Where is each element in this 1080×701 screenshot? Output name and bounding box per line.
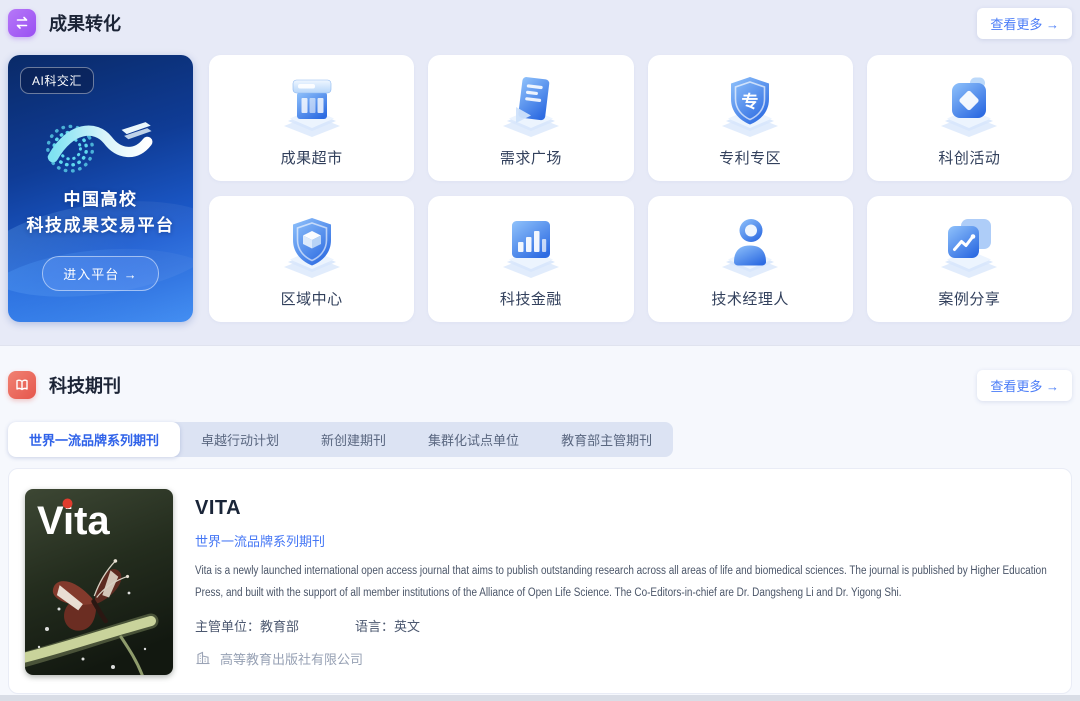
journal-meta: 主管单位：教育部 语言：英文	[195, 616, 1055, 635]
transform-section-body: AI科交汇 中国高校 科技成果交易平台	[8, 55, 1072, 322]
publisher-name: 高等教育出版社有限公司	[220, 649, 363, 668]
feature-card[interactable]: 科技金融	[428, 196, 633, 322]
feature-card[interactable]: 成果超市	[209, 55, 414, 181]
swap-arrows-icon	[8, 9, 36, 37]
journal-publisher: 高等教育出版社有限公司	[195, 649, 1055, 668]
journal-tab[interactable]: 集群化试点单位	[407, 422, 540, 457]
cube-box-icon	[928, 69, 1010, 141]
person-icon	[709, 210, 791, 282]
feature-label: 成果超市	[281, 147, 343, 168]
cover-logo-red-dot	[63, 499, 73, 509]
feature-label: 区域中心	[281, 288, 343, 309]
feature-card[interactable]: 技术经理人	[648, 196, 853, 322]
journal-supervisor: 主管单位：教育部	[195, 616, 299, 635]
open-book-icon	[8, 371, 36, 399]
building-icon	[195, 650, 211, 666]
promo-card-platform[interactable]: AI科交汇 中国高校 科技成果交易平台	[8, 55, 193, 322]
journal-tab[interactable]: 世界一流品牌系列期刊	[8, 422, 180, 457]
feature-label: 科创活动	[938, 147, 1000, 168]
journal-tab[interactable]: 新创建期刊	[300, 422, 407, 457]
promo-title: 中国高校 科技成果交易平台	[27, 187, 175, 240]
view-more-journals-button[interactable]: 查看更多 →	[977, 370, 1072, 401]
enter-platform-button[interactable]: 进入平台 →	[42, 256, 159, 291]
bottom-strip	[0, 695, 1080, 701]
feature-label: 技术经理人	[711, 288, 789, 309]
journal-tab[interactable]: 教育部主管期刊	[540, 422, 673, 457]
journal-description: Vita is a newly launched international o…	[195, 560, 1060, 605]
journal-language: 语言：英文	[355, 616, 420, 635]
journal-info: VITA 世界一流品牌系列期刊 Vita is a newly launched…	[195, 489, 1055, 673]
journal-name: VITA	[195, 497, 1055, 520]
feature-card[interactable]: 区域中心	[209, 196, 414, 322]
promo-title-line2: 科技成果交易平台	[27, 213, 175, 239]
bar-chart-icon	[490, 210, 572, 282]
feature-label: 专利专区	[719, 147, 781, 168]
section-title-journals: 科技期刊	[49, 372, 977, 398]
section-achievement-transformation: 成果转化 查看更多 → AI科交汇	[0, 0, 1080, 345]
journal-series-link[interactable]: 世界一流品牌系列期刊	[195, 531, 325, 550]
shield-cube-icon	[271, 210, 353, 282]
feature-label: 案例分享	[938, 288, 1000, 309]
section-title-transform: 成果转化	[49, 10, 977, 36]
transform-section-header: 成果转化 查看更多 →	[8, 6, 1072, 40]
share-chart-icon	[928, 210, 1010, 282]
section-sci-tech-journals: 科技期刊 查看更多 → 世界一流品牌系列期刊卓越行动计划新创建期刊集群化试点单位…	[0, 345, 1080, 695]
patent-shield-icon	[709, 69, 791, 141]
feature-card[interactable]: 专利专区	[648, 55, 853, 181]
document-icon	[490, 69, 572, 141]
journal-cover-image[interactable]: Vita	[25, 489, 173, 675]
promo-title-line1: 中国高校	[27, 187, 175, 213]
feature-card[interactable]: 案例分享	[867, 196, 1072, 322]
feature-card[interactable]: 需求广场	[428, 55, 633, 181]
feature-grid: 成果超市 需求广场 专利专区 科创活动区域中心 科技金融 技术经理人 案例分享	[209, 55, 1072, 322]
feature-label: 科技金融	[500, 288, 562, 309]
journal-section-header: 科技期刊 查看更多 →	[8, 368, 1072, 402]
view-more-transform-button[interactable]: 查看更多 →	[977, 8, 1072, 39]
cover-logo-text: Vita	[37, 499, 110, 543]
feature-card[interactable]: 科创活动	[867, 55, 1072, 181]
ai-badge: AI科交汇	[20, 67, 94, 94]
storefront-icon	[271, 69, 353, 141]
page: 成果转化 查看更多 → AI科交汇	[0, 0, 1080, 701]
journal-tabs: 世界一流品牌系列期刊卓越行动计划新创建期刊集群化试点单位教育部主管期刊	[8, 422, 673, 457]
feature-label: 需求广场	[500, 147, 562, 168]
platform-logo-icon	[32, 111, 170, 183]
journal-tab[interactable]: 卓越行动计划	[180, 422, 300, 457]
journal-card[interactable]: Vita VITA 世界一流品牌系列期刊 Vita is a newly lau…	[8, 468, 1072, 694]
